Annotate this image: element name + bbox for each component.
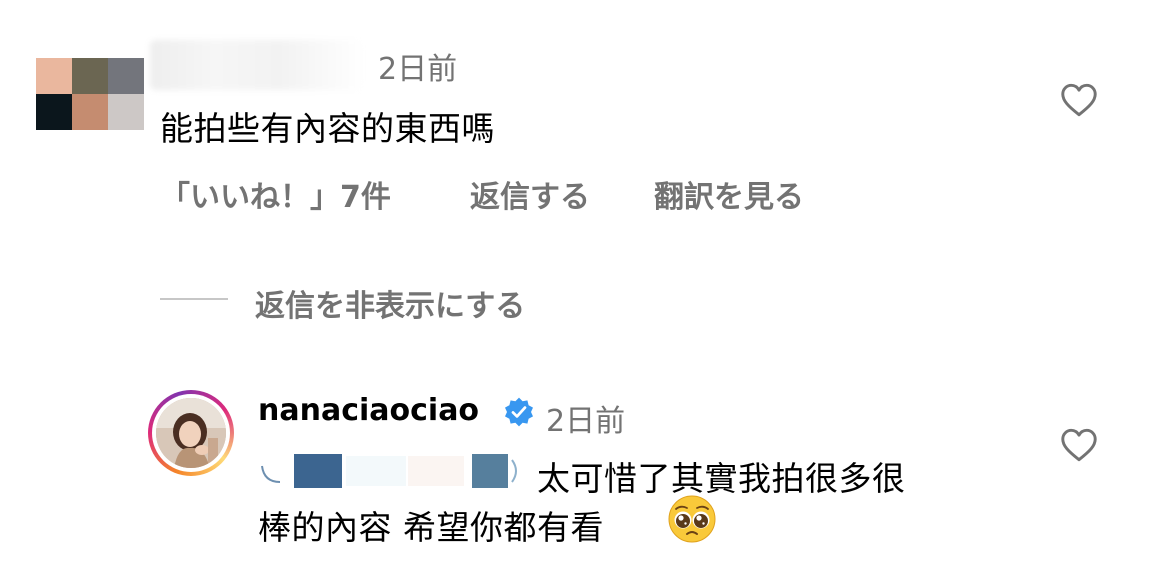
pleading-face-icon — [668, 495, 716, 543]
avatar-pixel — [36, 58, 72, 94]
reply-avatar[interactable] — [148, 390, 234, 476]
hide-replies-button[interactable]: 返信を非表示にする — [255, 281, 525, 325]
like-heart-icon[interactable] — [1060, 83, 1098, 117]
reply-button[interactable]: 返信する — [470, 172, 590, 216]
commenter-avatar[interactable] — [36, 58, 144, 130]
reply-text-line-1: 太可惜了其實我拍很多很 — [537, 459, 906, 498]
reply-like-heart-icon[interactable] — [1060, 428, 1098, 462]
reply-username[interactable]: nanaciaociao — [258, 393, 479, 428]
profile-photo-image — [156, 398, 226, 468]
avatar-ring-gap — [152, 394, 230, 472]
blurred-username[interactable] — [150, 40, 365, 90]
avatar-pixel — [36, 94, 72, 130]
avatar-pixel — [108, 94, 144, 130]
censored-mention[interactable] — [258, 452, 520, 490]
profile-photo — [156, 398, 226, 468]
avatar-pixel — [72, 58, 108, 94]
translate-button[interactable]: 翻訳を見る — [654, 172, 804, 216]
reply-timestamp: 2日前 — [546, 404, 626, 439]
avatar-pixel — [108, 58, 144, 94]
avatar-pixel — [72, 94, 108, 130]
verified-badge-icon — [505, 397, 533, 427]
likes-count-link[interactable]: 「いいね！」7件 — [160, 172, 391, 216]
comment-timestamp: 2日前 — [378, 52, 458, 87]
reply-text-line-2: 棒的內容 希望你都有看 — [258, 508, 604, 547]
replies-divider-line — [160, 298, 228, 300]
comment-text: 能拍些有內容的東西嗎 — [160, 109, 495, 148]
